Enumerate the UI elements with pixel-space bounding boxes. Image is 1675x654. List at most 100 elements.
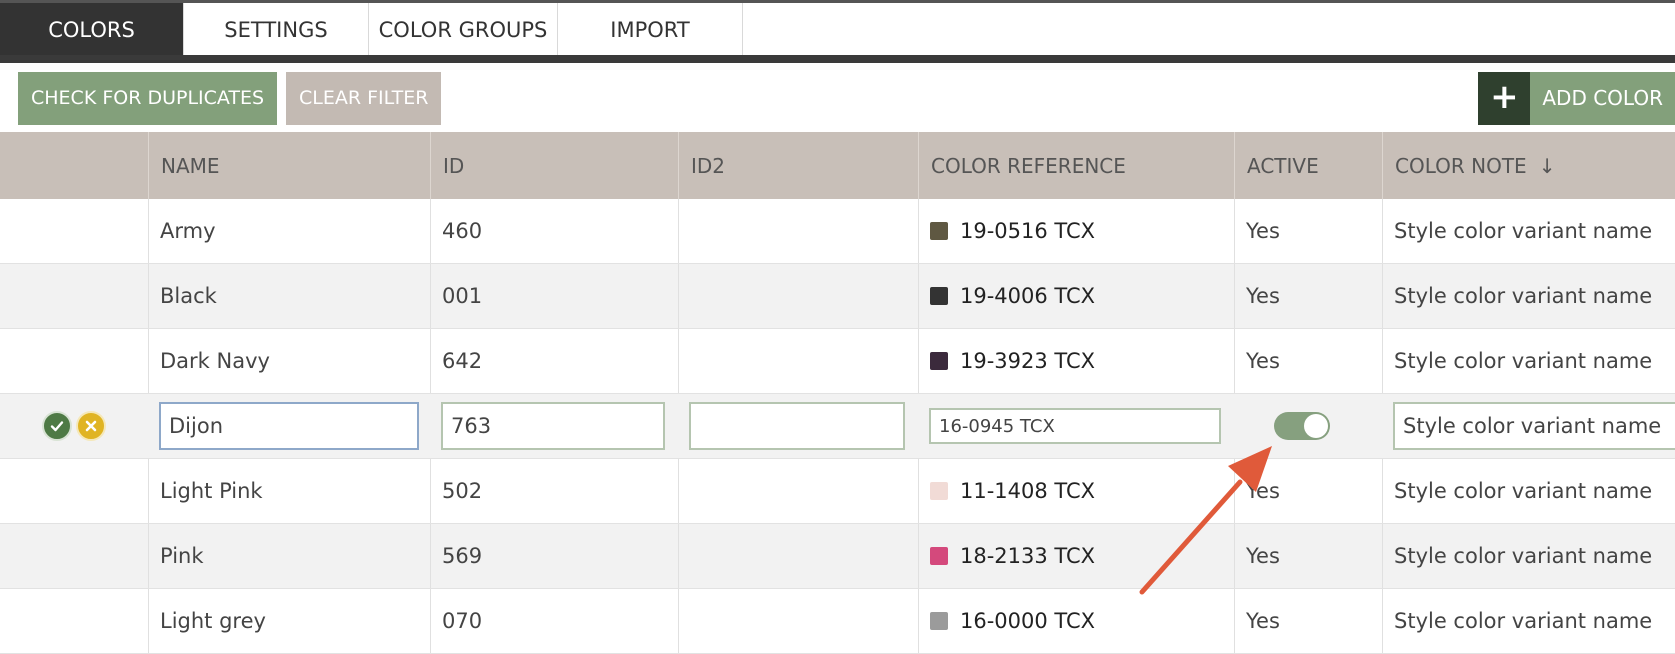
cell-name-edit — [148, 394, 430, 458]
color-reference-text: 16-0000 TCX — [960, 609, 1096, 633]
header-actions — [0, 132, 148, 199]
tab-color-groups[interactable]: COLOR GROUPS — [369, 3, 558, 58]
active-toggle[interactable] — [1274, 412, 1330, 440]
cell-id: 642 — [430, 329, 678, 393]
color-reference-text: 19-3923 TCX — [960, 349, 1096, 373]
add-color-button[interactable]: + ADD COLOR — [1478, 72, 1675, 125]
header-id[interactable]: ID — [430, 132, 678, 199]
cell-color-note: Style color variant name — [1382, 199, 1675, 263]
cell-color-reference: 19-3923 TCX — [918, 329, 1234, 393]
header-id2[interactable]: ID2 — [678, 132, 918, 199]
header-name[interactable]: NAME — [148, 132, 430, 199]
cell-active: Yes — [1234, 199, 1382, 263]
table-row[interactable]: Dark Navy 642 19-3923 TCX Yes Style colo… — [0, 329, 1675, 394]
cell-id2 — [678, 199, 918, 263]
check-duplicates-button[interactable]: CHECK FOR DUPLICATES — [18, 72, 278, 125]
table-header: NAME ID ID2 COLOR REFERENCE ACTIVE COLOR… — [0, 132, 1675, 199]
cell-id2 — [678, 459, 918, 523]
header-active-label: ACTIVE — [1247, 153, 1319, 178]
color-reference-text: 19-4006 TCX — [960, 284, 1096, 308]
row-actions — [0, 199, 148, 263]
cell-id2 — [678, 524, 918, 588]
color-reference-text: 11-1408 TCX — [960, 479, 1096, 503]
color-reference-text: 18-2133 TCX — [960, 544, 1096, 568]
cell-id2-edit — [678, 394, 918, 458]
cell-active-edit — [1234, 394, 1382, 458]
cell-color-reference: 19-4006 TCX — [918, 264, 1234, 328]
tab-colors[interactable]: COLORS — [0, 3, 184, 58]
cell-color-note-edit — [1382, 394, 1675, 458]
sort-arrow-icon: ↓ — [1538, 153, 1556, 178]
cell-name: Army — [148, 199, 430, 263]
x-circle-icon[interactable] — [76, 411, 106, 441]
cell-active: Yes — [1234, 524, 1382, 588]
check-circle-icon[interactable] — [42, 411, 72, 441]
cell-id: 070 — [430, 589, 678, 653]
cell-id2 — [678, 329, 918, 393]
table-row[interactable]: Black 001 19-4006 TCX Yes Style color va… — [0, 264, 1675, 329]
color-note-input[interactable] — [1393, 402, 1675, 450]
color-swatch — [930, 482, 948, 500]
color-swatch — [930, 612, 948, 630]
table-row-editing[interactable] — [0, 394, 1675, 459]
name-input[interactable] — [159, 402, 419, 450]
cell-id: 460 — [430, 199, 678, 263]
table-row[interactable]: Light grey 070 16-0000 TCX Yes Style col… — [0, 589, 1675, 654]
header-color-reference-label: COLOR REFERENCE — [931, 153, 1126, 178]
cell-id: 502 — [430, 459, 678, 523]
header-id-label: ID — [443, 153, 465, 178]
tab-import[interactable]: IMPORT — [558, 3, 743, 58]
table-row[interactable]: Light Pink 502 11-1408 TCX Yes Style col… — [0, 459, 1675, 524]
add-color-label: ADD COLOR — [1530, 72, 1675, 125]
cell-name: Light grey — [148, 589, 430, 653]
plus-icon: + — [1478, 72, 1531, 125]
tab-underline-bar — [0, 55, 1675, 63]
cell-color-reference: 18-2133 TCX — [918, 524, 1234, 588]
color-reference-text: 19-0516 TCX — [960, 219, 1096, 243]
cell-name: Pink — [148, 524, 430, 588]
row-actions — [0, 264, 148, 328]
cell-active: Yes — [1234, 459, 1382, 523]
cell-name: Light Pink — [148, 459, 430, 523]
id2-input[interactable] — [689, 402, 905, 450]
row-actions — [0, 589, 148, 653]
cell-color-reference: 11-1408 TCX — [918, 459, 1234, 523]
cell-active: Yes — [1234, 329, 1382, 393]
header-id2-label: ID2 — [691, 153, 726, 178]
cell-color-note: Style color variant name — [1382, 524, 1675, 588]
color-swatch — [930, 547, 948, 565]
table-row[interactable]: Pink 569 18-2133 TCX Yes Style color var… — [0, 524, 1675, 589]
color-swatch — [930, 352, 948, 370]
header-name-label: NAME — [161, 153, 220, 178]
tab-settings[interactable]: SETTINGS — [184, 3, 369, 58]
color-swatch — [930, 222, 948, 240]
header-active[interactable]: ACTIVE — [1234, 132, 1382, 199]
color-reference-input[interactable] — [929, 408, 1221, 444]
row-actions — [0, 524, 148, 588]
cell-color-note: Style color variant name — [1382, 264, 1675, 328]
cell-active: Yes — [1234, 589, 1382, 653]
cell-color-reference: 19-0516 TCX — [918, 199, 1234, 263]
cell-color-note: Style color variant name — [1382, 329, 1675, 393]
header-color-reference[interactable]: COLOR REFERENCE — [918, 132, 1234, 199]
cell-name: Black — [148, 264, 430, 328]
cell-id-edit — [430, 394, 678, 458]
toggle-knob — [1304, 414, 1328, 438]
color-swatch — [930, 287, 948, 305]
cell-color-reference: 16-0000 TCX — [918, 589, 1234, 653]
tab-bar: COLORS SETTINGS COLOR GROUPS IMPORT — [0, 0, 1675, 58]
cell-name: Dark Navy — [148, 329, 430, 393]
header-color-note[interactable]: COLOR NOTE ↓ — [1382, 132, 1675, 199]
clear-filter-button[interactable]: CLEAR FILTER — [286, 72, 442, 125]
cell-color-note: Style color variant name — [1382, 459, 1675, 523]
table-row[interactable]: Army 460 19-0516 TCX Yes Style color var… — [0, 199, 1675, 264]
cell-color-note: Style color variant name — [1382, 589, 1675, 653]
cell-color-reference-edit — [918, 394, 1234, 458]
cell-active: Yes — [1234, 264, 1382, 328]
cell-id2 — [678, 589, 918, 653]
id-input[interactable] — [441, 402, 665, 450]
header-color-note-label: COLOR NOTE — [1395, 153, 1527, 178]
row-actions — [0, 329, 148, 393]
row-edit-actions — [0, 394, 148, 458]
cell-id: 569 — [430, 524, 678, 588]
